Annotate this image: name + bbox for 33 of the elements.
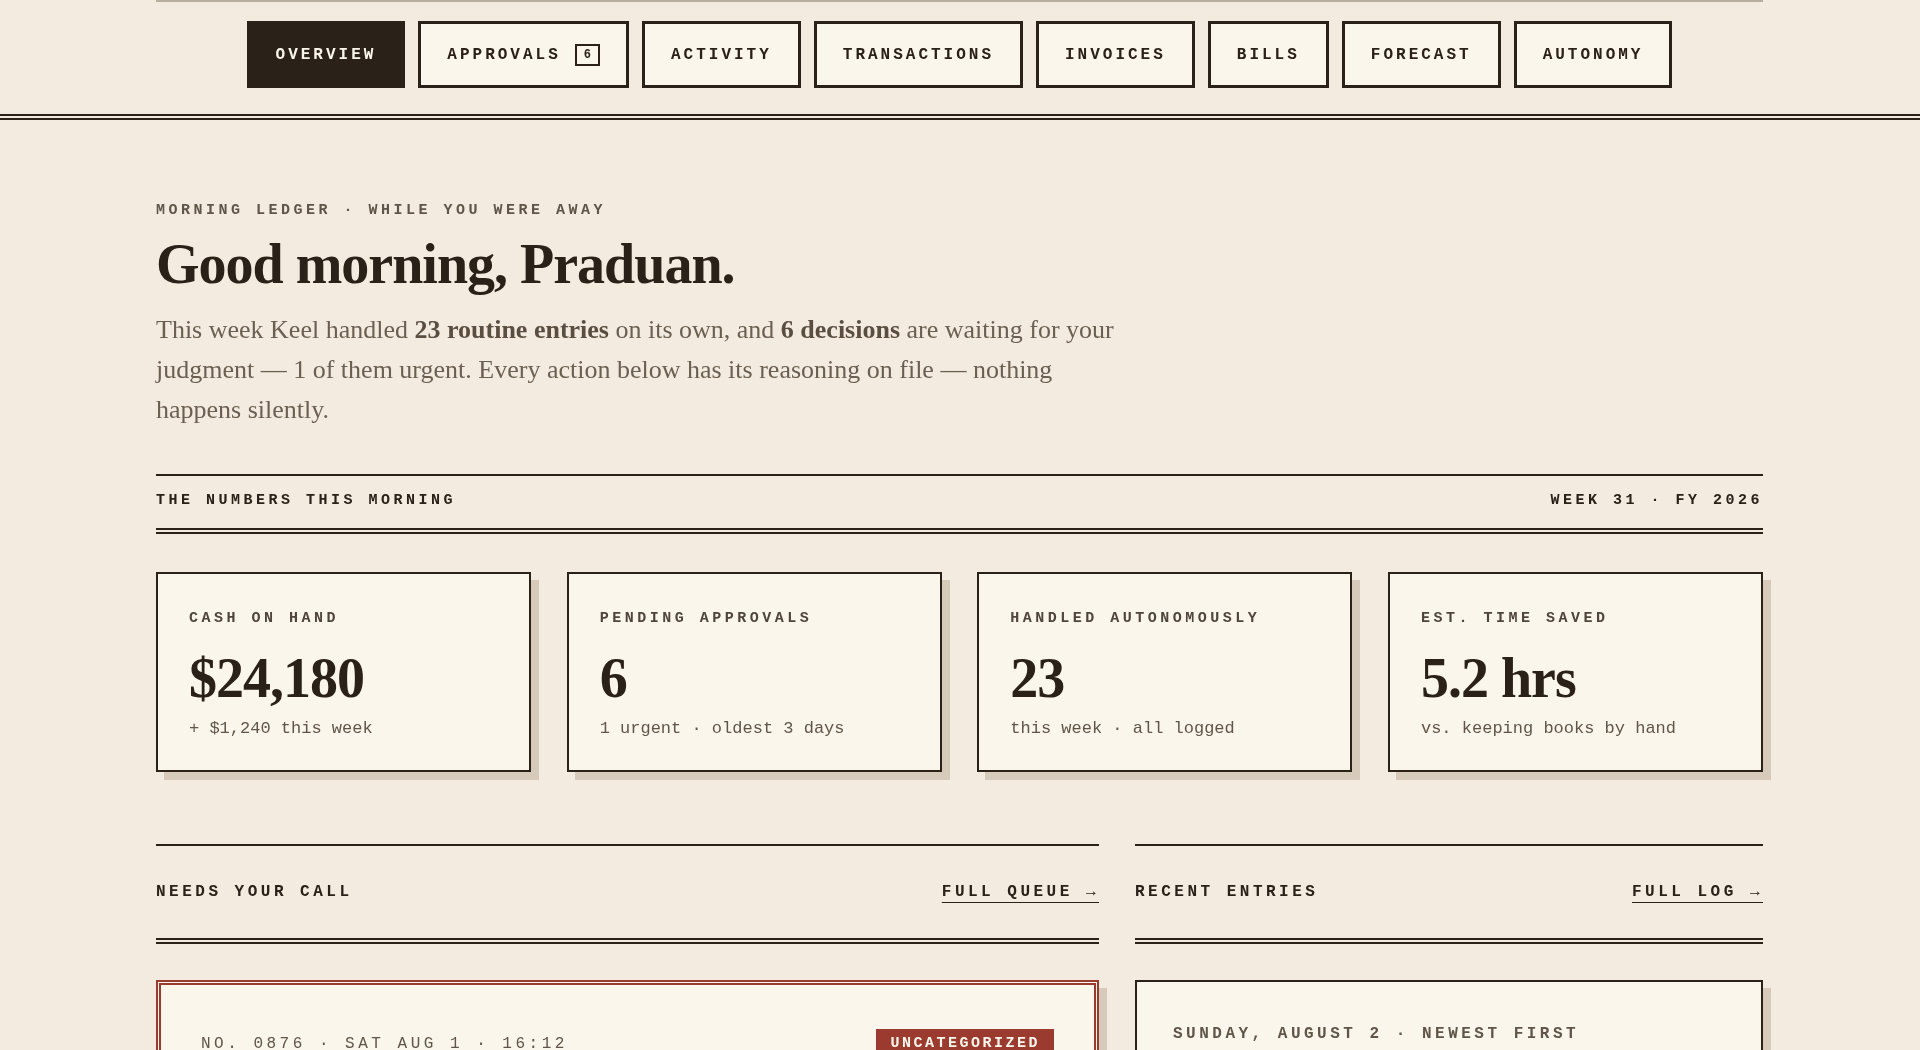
greeting-heading: Good morning, Praduan.	[156, 231, 736, 297]
section-title: THE NUMBERS THIS MORNING	[156, 491, 457, 512]
nav-tab[interactable]: FORECAST	[1341, 21, 1501, 88]
nav-tab[interactable]: APPROVALS 6	[418, 21, 629, 88]
summary-paragraph: This week Keel handled 23 routine entries on its own, and 6 decisions are waiting for your judgment — 1 of them urgent. Every action below has its reasoning on file — nothing happens silently.	[156, 313, 1115, 426]
day-heading: SUNDAY, AUGUST 2 · NEWEST FIRST	[1173, 1023, 1581, 1045]
section-title: NEEDS YOUR CALL	[156, 881, 353, 903]
category-tag: UNCATEGORIZED	[876, 1028, 1054, 1050]
stat-label: CASH ON HAND	[189, 608, 341, 629]
nav-tab[interactable]: ACTIVITY	[641, 21, 801, 88]
stat-value: 23	[1010, 650, 1066, 707]
eyebrow-text: MORNING LEDGER · WHILE YOU WERE AWAY	[156, 201, 608, 221]
nav-tab[interactable]: INVOICES	[1036, 21, 1195, 88]
stat-note: + $1,240 this week	[189, 718, 374, 741]
stat-value: $24,180	[189, 650, 365, 707]
stat-note: vs. keeping books by hand	[1420, 718, 1677, 741]
nav-tab[interactable]: BILLS	[1207, 21, 1329, 88]
stat-value: 6	[599, 650, 628, 707]
stat-note: this week · all logged	[1010, 718, 1236, 741]
full-log-link[interactable]: FULL LOG →	[1632, 879, 1763, 904]
stat-label: EST. TIME SAVED	[1420, 608, 1610, 629]
full-queue-link[interactable]: FULL QUEUE →	[941, 879, 1099, 904]
stat-label: PENDING APPROVALS	[599, 608, 814, 629]
nav-tab[interactable]: AUTONOMY	[1513, 21, 1673, 88]
nav-tab[interactable]: OVERVIEW	[246, 21, 406, 88]
nav-tab[interactable]: TRANSACTIONS	[813, 21, 1023, 88]
stat-note: 1 urgent · oldest 3 days	[599, 718, 846, 741]
stat-value: 5.2 hrs	[1420, 650, 1577, 707]
count-badge: 6	[574, 43, 600, 66]
stat-label: HANDLED AUTONOMOUSLY	[1010, 608, 1262, 629]
period-label: WEEK 31 · FY 2026	[1550, 491, 1763, 512]
entry-meta: NO. 0876 · SAT AUG 1 · 16:12	[201, 1033, 568, 1050]
section-title: RECENT ENTRIES	[1135, 881, 1319, 903]
